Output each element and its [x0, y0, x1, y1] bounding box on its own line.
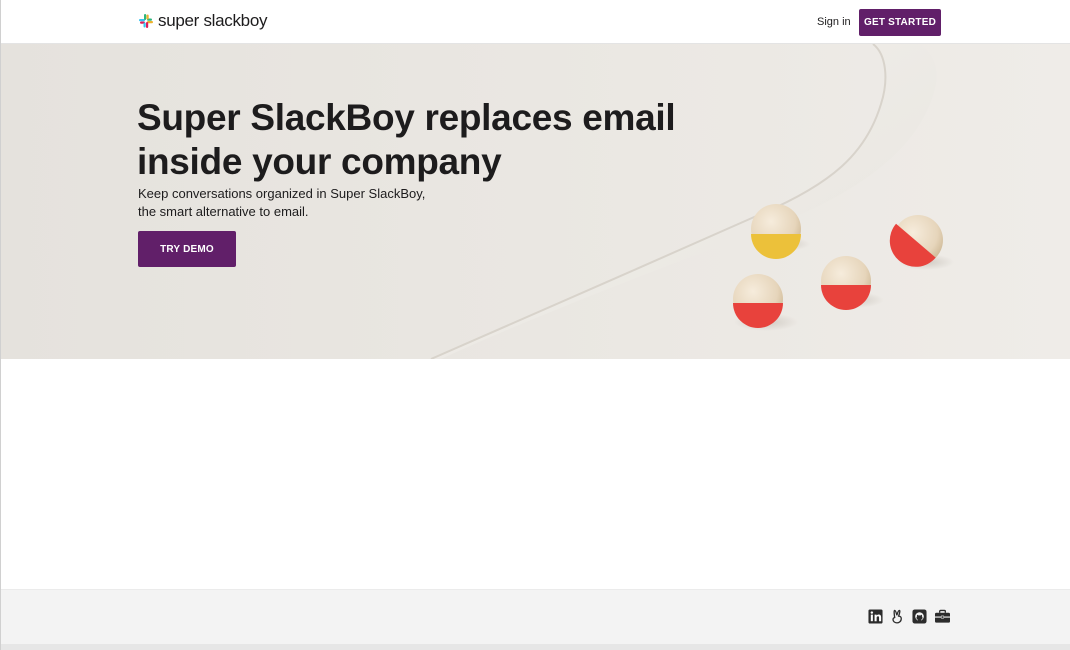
get-started-button[interactable]: GET STARTED: [859, 9, 941, 36]
hero-subtitle-line-2: the smart alternative to email.: [138, 204, 309, 219]
red-ball-middle: [821, 256, 871, 310]
angellist-icon[interactable]: [890, 609, 905, 624]
page-footer: [1, 589, 1070, 644]
hero-headline: Super SlackBoy replaces email inside you…: [137, 97, 676, 182]
red-ball-front: [733, 274, 783, 328]
try-demo-button[interactable]: TRY DEMO: [138, 231, 236, 267]
footer-bottom-strip: [1, 644, 1070, 650]
slack-hash-logo-icon: [139, 14, 153, 28]
hero-subtitle-line-1: Keep conversations organized in Super Sl…: [138, 186, 426, 201]
logo-wordmark: super slackboy: [158, 11, 268, 30]
linkedin-icon[interactable]: [868, 609, 883, 624]
social-links: [868, 609, 951, 624]
top-navigation-bar: super slackboy Sign in GET STARTED: [1, 0, 1070, 44]
briefcase-icon[interactable]: [934, 609, 951, 624]
home-logo-link[interactable]: super slackboy: [138, 11, 268, 30]
yellow-ball: [751, 204, 801, 259]
hero-banner: Super SlackBoy replaces email inside you…: [1, 44, 1070, 359]
hero-subtitle: Keep conversations organized in Super Sl…: [138, 185, 458, 221]
sign-in-link[interactable]: Sign in: [817, 16, 851, 28]
github-icon[interactable]: [912, 609, 927, 624]
